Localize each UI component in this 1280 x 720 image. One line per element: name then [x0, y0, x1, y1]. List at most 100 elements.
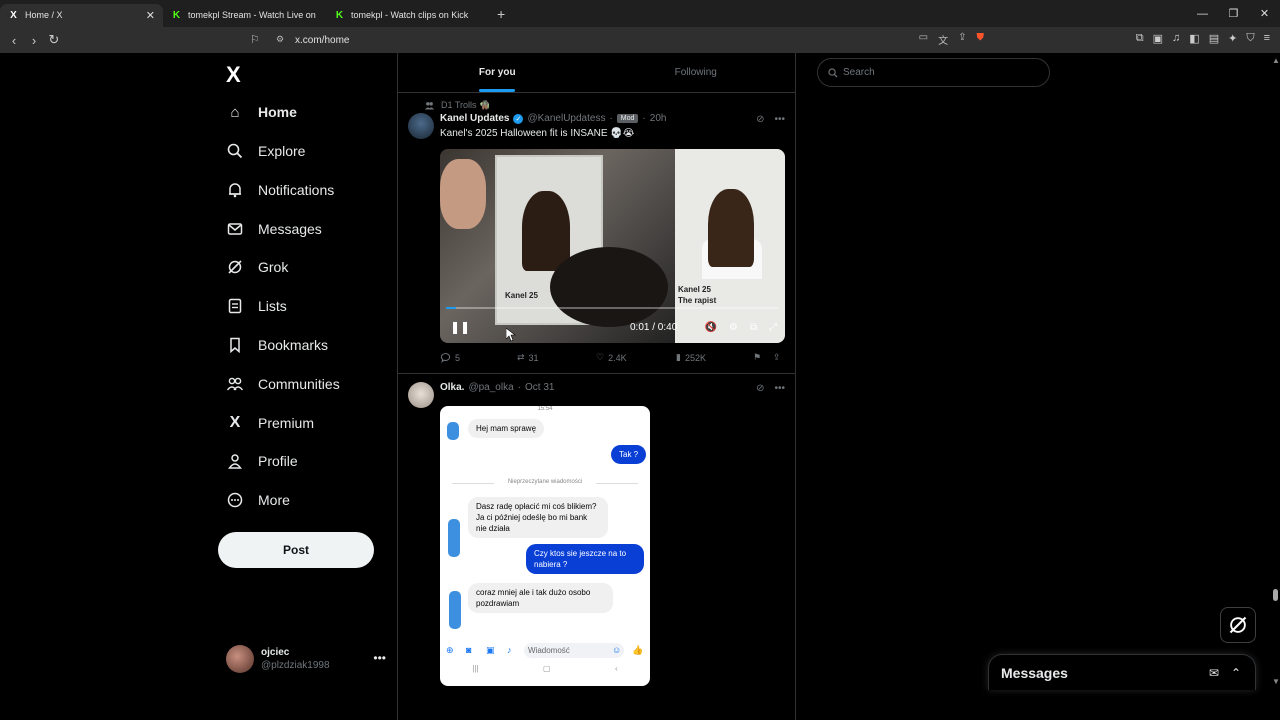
grok-floating-button[interactable]	[1220, 607, 1256, 643]
tab-title: tomekpl Stream - Watch Live on Kick	[188, 10, 318, 20]
pause-icon[interactable]: ❚❚	[450, 320, 470, 334]
browser-tab-home[interactable]: X Home / X ✕	[0, 3, 163, 27]
more-dots-icon[interactable]: •••	[774, 114, 785, 125]
sidebar-item-home[interactable]: ⌂ Home	[226, 99, 296, 125]
bookmark-icon[interactable]: ⚑	[753, 352, 761, 363]
tweet-time[interactable]: 20h	[650, 113, 667, 124]
plus-icon: ⊕	[446, 644, 454, 655]
tweet-image[interactable]: 15:54 Hej mam sprawę Tak ? Nieprzeczytan…	[440, 406, 650, 686]
close-icon[interactable]: ✕	[146, 9, 155, 22]
close-window-icon[interactable]: ✕	[1249, 0, 1280, 27]
views-button[interactable]: ▮ 252K	[676, 352, 706, 363]
reload-icon[interactable]: ↻	[44, 30, 64, 50]
bookmark-page-icon[interactable]: ⚐	[250, 33, 260, 46]
search-input[interactable]: Search	[817, 58, 1050, 87]
feed-tabs: For you Following	[398, 53, 795, 93]
sidebar-item-profile[interactable]: Profile	[226, 448, 298, 474]
browser-tab-kick-clips[interactable]: K tomekpl - Watch clips on Kick	[326, 4, 489, 27]
author-name[interactable]: Kanel Updates	[440, 113, 509, 124]
menu-icon[interactable]: ≡	[1264, 32, 1270, 45]
tweet[interactable]: Olka. @pa_olka · Oct 31 ⊘ ••• 15:54 Hej …	[398, 375, 795, 720]
new-tab-button[interactable]: +	[497, 6, 505, 22]
ai-assistant-icon[interactable]: ✦	[1228, 32, 1237, 45]
author-handle[interactable]: @KanelUpdatess	[527, 113, 605, 124]
x-logo-icon[interactable]: X	[226, 62, 241, 88]
sidebar-item-messages[interactable]: Messages	[226, 216, 322, 242]
reply-button[interactable]: 5	[440, 352, 460, 363]
messages-drawer-title: Messages	[1001, 664, 1068, 681]
mute-icon[interactable]: 🔇	[704, 322, 716, 333]
tweet[interactable]: D1 Trolls 🧌 Kanel Updates ✓ @KanelUpdate…	[398, 94, 795, 374]
back-arrow-icon: ‹	[615, 664, 618, 673]
grok-icon[interactable]: ⊘	[756, 114, 764, 125]
sidebar-toggle-icon[interactable]: ◧	[1189, 32, 1199, 45]
address-bar[interactable]: ⚐ ⚙ x.com/home ▭ 文 ⇪ ⛊	[240, 29, 992, 51]
tweet-time[interactable]: Oct 31	[525, 382, 554, 393]
tweet-header: Kanel Updates ✓ @KanelUpdatess · Mod · 2…	[440, 113, 667, 124]
expand-icon[interactable]: ⌃	[1231, 666, 1241, 680]
extensions-icon[interactable]: ⧉	[1136, 32, 1144, 45]
sidebar-item-notifications[interactable]: Notifications	[226, 177, 334, 203]
share-icon[interactable]: ⇪	[773, 352, 781, 363]
sidebar-item-grok[interactable]: Grok	[226, 254, 288, 280]
home-icon: ⌂	[230, 103, 240, 121]
communities-icon	[424, 101, 435, 110]
scroll-up-icon[interactable]: ▲	[1272, 56, 1280, 65]
scroll-down-icon[interactable]: ▼	[1272, 677, 1280, 686]
sidebar-item-bookmarks[interactable]: Bookmarks	[226, 332, 328, 358]
browser-toolbar: ‹ › ↻ ⚐ ⚙ x.com/home ▭ 文 ⇪ ⛊ ⧉ ▣ ♫ ◧ ▤ ✦…	[0, 27, 1280, 53]
restore-icon[interactable]: ❐	[1218, 0, 1249, 27]
sidebar-item-communities[interactable]: Communities	[226, 371, 340, 397]
person-icon	[226, 452, 244, 470]
sidebar-item-lists[interactable]: Lists	[226, 293, 287, 319]
translate-icon[interactable]: 文	[938, 32, 948, 47]
community-name[interactable]: D1 Trolls 🧌	[441, 100, 490, 111]
messenger-input-bar: ⊕ ◙ ▣ ♪ Wiadomość ☺ 👍	[440, 640, 650, 660]
wallet-card-icon[interactable]: ▤	[1209, 32, 1219, 45]
browser-tab-kick-stream[interactable]: K tomekpl Stream - Watch Live on Kick	[163, 4, 326, 27]
messages-drawer[interactable]: Messages ✉ ⌃	[988, 654, 1256, 690]
more-dots-icon[interactable]: •••	[373, 651, 386, 665]
scrollbar-thumb[interactable]	[1273, 589, 1278, 601]
more-circle-icon	[226, 491, 244, 509]
avatar[interactable]	[408, 113, 434, 139]
tab-title: Home / X	[25, 10, 63, 20]
share-icon[interactable]: ⇪	[958, 32, 966, 47]
video-progress-fill	[446, 307, 456, 309]
sidebar-item-premium[interactable]: X Premium	[226, 410, 314, 436]
brave-shield-icon[interactable]: ⛊	[977, 32, 985, 47]
grok-icon[interactable]: ⊘	[756, 383, 764, 394]
main-feed: For you Following D1 Trolls 🧌 Kanel Upda…	[397, 53, 796, 720]
like-button[interactable]: ♡ 2.4K	[596, 352, 627, 363]
video-player[interactable]: Kanel 25 Kanel 25 The rapist ❚❚ 0:01 / 0…	[440, 149, 785, 343]
page-scrollbar[interactable]: ▲ ▼	[1271, 53, 1280, 693]
pip-icon[interactable]: ⧉	[750, 322, 757, 333]
author-name[interactable]: Olka.	[440, 382, 464, 393]
more-dots-icon[interactable]: •••	[774, 383, 785, 394]
url-text: x.com/home	[295, 34, 350, 46]
forward-icon[interactable]: ›	[24, 30, 44, 50]
author-handle[interactable]: @pa_olka	[468, 382, 513, 393]
tab-for-you[interactable]: For you	[398, 53, 597, 92]
sidebar-item-explore[interactable]: Explore	[226, 138, 305, 164]
post-button[interactable]: Post	[218, 532, 374, 568]
tab-following[interactable]: Following	[597, 53, 796, 92]
back-icon[interactable]: ‹	[4, 30, 24, 50]
fullscreen-icon[interactable]: ⤢	[769, 322, 777, 333]
video-progress-bar[interactable]	[446, 307, 779, 309]
tweet-top-actions: ⊘ •••	[756, 383, 785, 394]
tab-title: tomekpl - Watch clips on Kick	[351, 10, 469, 20]
new-message-icon[interactable]: ✉	[1209, 666, 1219, 680]
avatar[interactable]	[408, 382, 434, 408]
settings-gear-icon[interactable]: ⚙	[729, 322, 738, 333]
sidebar-item-more[interactable]: More	[226, 487, 290, 513]
wallet-icon[interactable]: ▣	[1153, 32, 1163, 45]
account-switcher[interactable]: ojciec @plzdziak1998 •••	[226, 643, 386, 675]
minimize-icon[interactable]: —	[1187, 0, 1218, 27]
extension-icons: ⧉ ▣ ♫ ◧ ▤ ✦ ⛉ ≡	[1136, 32, 1270, 45]
music-icon[interactable]: ♫	[1172, 32, 1180, 45]
cast-icon[interactable]: ▭	[919, 32, 928, 47]
vpn-icon[interactable]: ⛉	[1246, 32, 1254, 45]
repost-button[interactable]: ⇄ 31	[517, 352, 539, 363]
site-info-icon[interactable]: ⚙	[276, 34, 284, 45]
